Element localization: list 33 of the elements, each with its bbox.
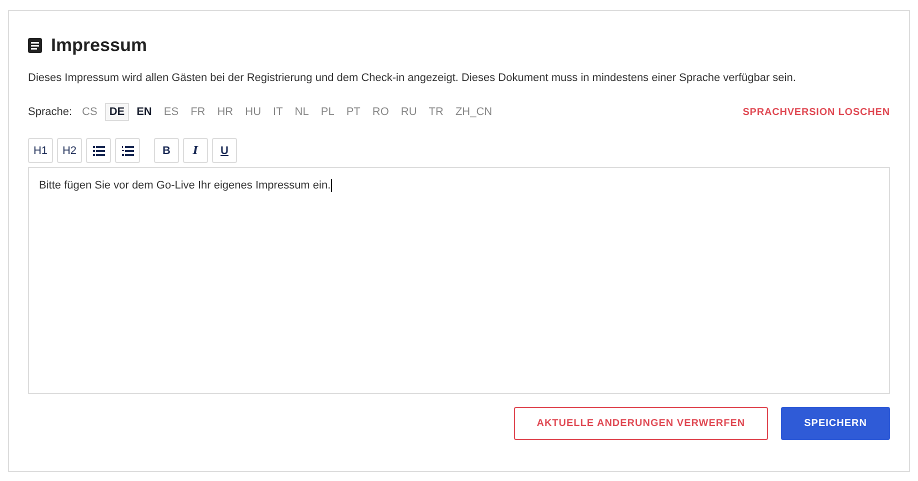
language-tab[interactable]: RO — [368, 103, 393, 121]
language-tab[interactable]: RU — [396, 103, 421, 121]
language-tab[interactable]: HU — [241, 103, 266, 121]
language-tab[interactable]: FR — [186, 103, 210, 121]
underline-button[interactable]: U — [212, 138, 237, 163]
language-tab[interactable]: IT — [269, 103, 287, 121]
language-tab[interactable]: PL — [316, 103, 338, 121]
language-label: Sprache: — [28, 106, 72, 118]
document-icon — [28, 38, 42, 52]
language-tab[interactable]: NL — [290, 103, 313, 121]
discard-button[interactable]: AKTUELLE ANDERUNGEN VERWERFEN — [514, 407, 768, 440]
language-tab[interactable]: HR — [213, 103, 238, 121]
bold-button[interactable]: B — [154, 138, 179, 163]
heading-button[interactable]: H2 — [57, 138, 82, 163]
language-tab[interactable]: ES — [160, 103, 183, 121]
numbered-list-button[interactable] — [115, 138, 140, 163]
numbered-list-icon — [122, 146, 134, 156]
language-tab[interactable]: PT — [342, 103, 364, 121]
bullet-list-icon — [92, 146, 104, 156]
italic-button[interactable]: I — [183, 138, 208, 163]
text-caret — [330, 179, 332, 192]
bullet-list-button[interactable] — [86, 138, 111, 163]
editor-field[interactable]: Bitte fügen Sie vor dem Go-Live Ihr eigenes Impressum ein. — [28, 167, 890, 394]
page-title: Impressum — [51, 34, 148, 56]
language-tab[interactable]: CS — [78, 103, 102, 121]
language-tab[interactable]: DE — [105, 103, 129, 121]
delete-language-link[interactable]: SPRACHVERSION LOSCHEN — [742, 106, 890, 118]
language-tab[interactable]: EN — [132, 103, 156, 121]
language-tab[interactable]: ZH_CN — [451, 103, 496, 121]
save-button[interactable]: SPEICHERN — [781, 407, 890, 440]
language-tab[interactable]: TR — [424, 103, 448, 121]
description-text: Dieses Impressum wird allen Gästen bei der Registrierung und dem Check-in angezeigt. Dieses Dokument muss in mindestens einer Sprache verfügbar sein. — [28, 72, 797, 84]
heading-button[interactable]: H1 — [28, 138, 53, 163]
